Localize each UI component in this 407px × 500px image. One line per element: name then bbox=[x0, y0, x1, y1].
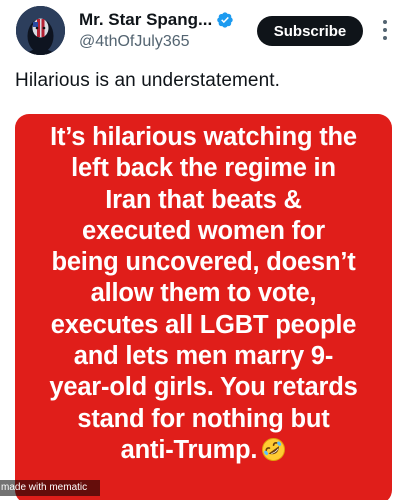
avatar-image bbox=[16, 6, 65, 55]
meme-line: year-old girls. You retards bbox=[49, 373, 358, 402]
meme-line-text: anti-Trump. bbox=[120, 435, 258, 464]
more-options-icon[interactable] bbox=[377, 18, 393, 42]
rolling-on-floor-laughing-emoji-icon bbox=[261, 437, 286, 462]
post-media-image[interactable]: It’s hilarious watching the left back th… bbox=[15, 114, 392, 500]
post-text: Hilarious is an understatement. bbox=[15, 70, 281, 91]
meme-line-last: anti-Trump. bbox=[15, 435, 392, 466]
meme-line: and lets men marry 9- bbox=[73, 342, 334, 371]
meme-line: Iran that beats & bbox=[105, 185, 302, 214]
meme-line: stand for nothing but bbox=[77, 404, 330, 433]
meme-caption: It’s hilarious watching the left back th… bbox=[15, 122, 392, 466]
meme-line: being uncovered, doesn’t bbox=[51, 248, 356, 277]
author-name-row: Mr. Star Spang... bbox=[79, 10, 234, 30]
meme-line: allow them to vote, bbox=[90, 279, 317, 308]
meme-line: It’s hilarious watching the bbox=[50, 123, 357, 151]
mematic-watermark: made with mematic bbox=[0, 480, 100, 496]
meme-line: left back the regime in bbox=[71, 154, 336, 183]
avatar[interactable] bbox=[16, 6, 65, 55]
author-display-name[interactable]: Mr. Star Spang... bbox=[79, 10, 212, 30]
verified-badge-icon bbox=[216, 11, 234, 29]
subscribe-button[interactable]: Subscribe bbox=[257, 16, 363, 46]
meme-line: executed women for bbox=[82, 216, 325, 245]
author-handle[interactable]: @4thOfJuly365 bbox=[79, 33, 190, 51]
meme-line: executes all LGBT people bbox=[50, 310, 357, 339]
post-header: Mr. Star Spang... @4thOfJuly365 Subscrib… bbox=[0, 0, 407, 64]
